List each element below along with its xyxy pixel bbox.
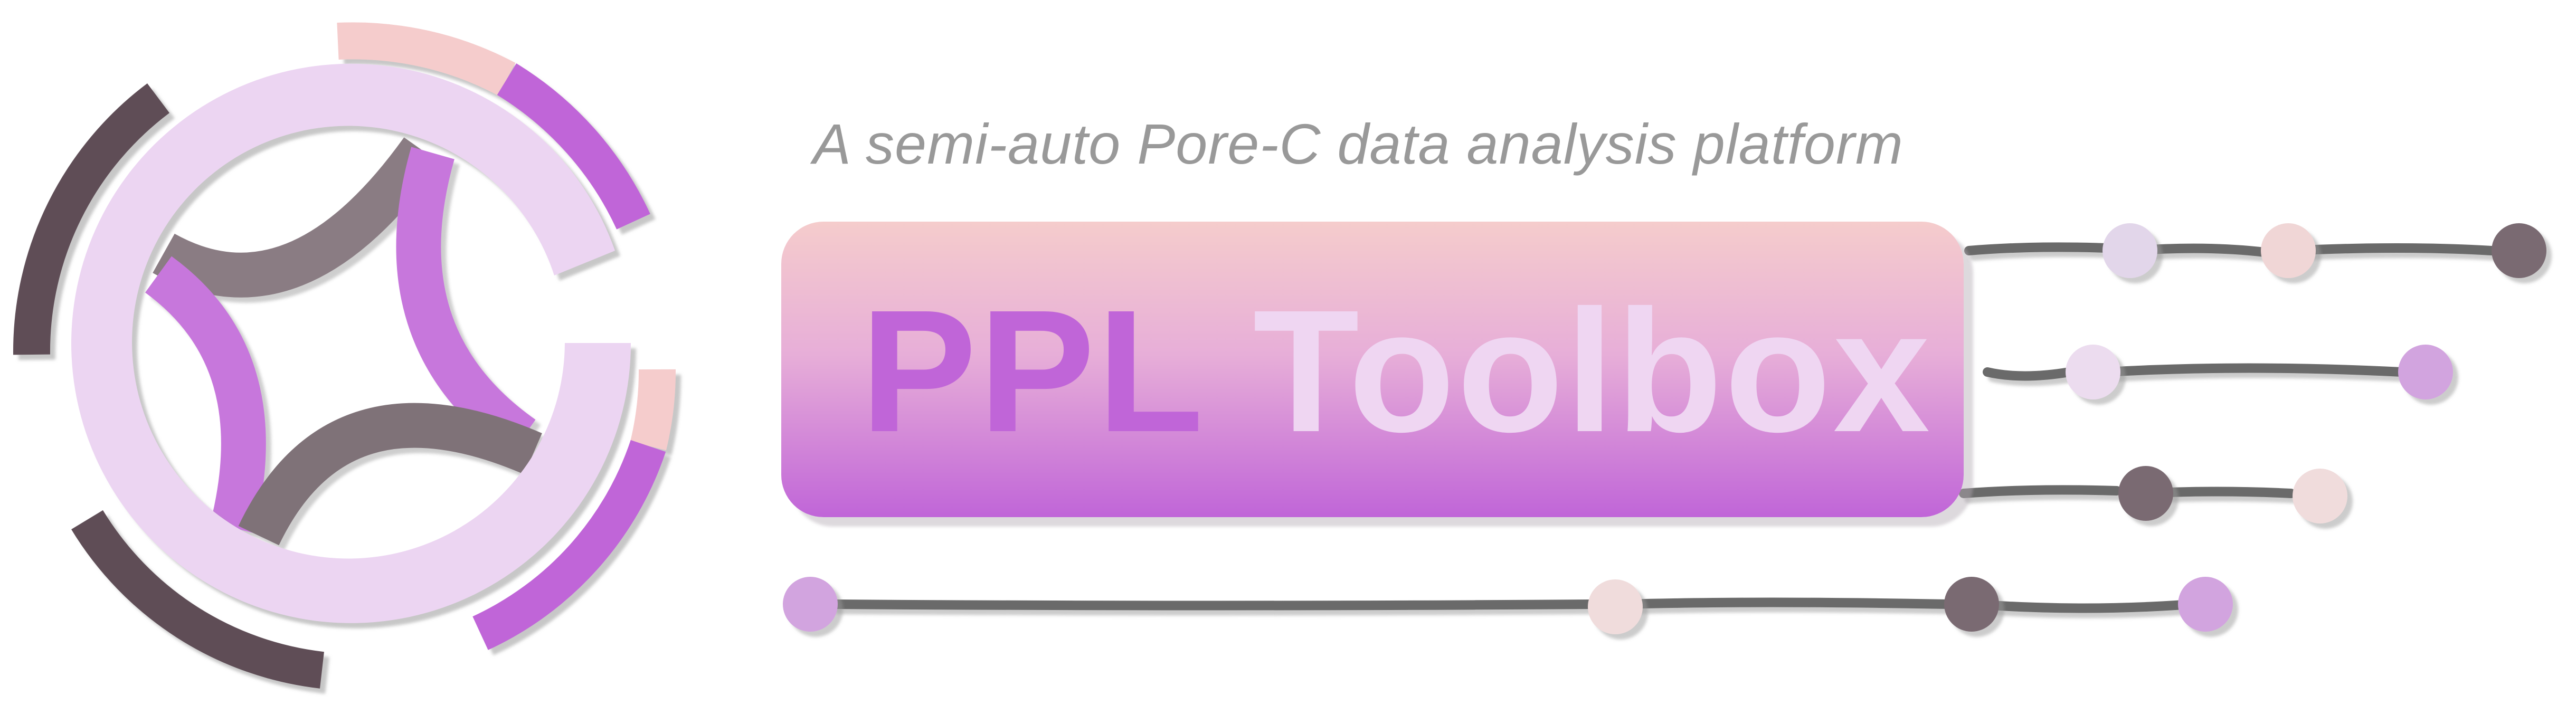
tagline: A semi-auto Pore-C data analysis platfor… [813, 112, 1903, 176]
title-word-toolbox: Toolbox [1253, 273, 1933, 468]
title-word-ppl: PPL [860, 273, 1202, 468]
title-banner: PPL Toolbox [781, 222, 1964, 517]
app-title: PPL Toolbox [860, 284, 1932, 458]
